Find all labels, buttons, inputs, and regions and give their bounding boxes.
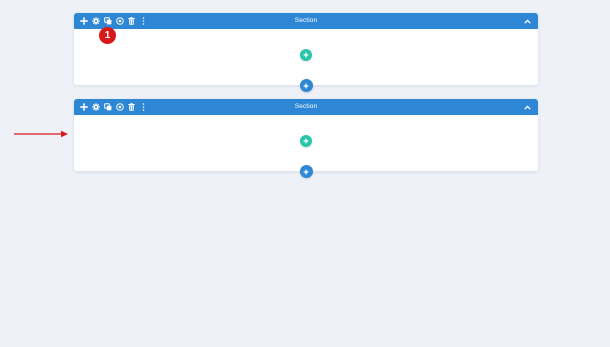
- step-number-badge: 1: [99, 27, 116, 44]
- add-section-button[interactable]: [299, 79, 313, 92]
- section-header: Section: [74, 13, 538, 29]
- builder-canvas: Section Section 1: [0, 0, 610, 347]
- section-2: Section: [74, 99, 538, 178]
- add-row-button[interactable]: [300, 135, 312, 147]
- section-1: Section: [74, 13, 538, 92]
- add-row-button[interactable]: [300, 49, 312, 61]
- chevron-up-icon[interactable]: [522, 99, 532, 115]
- pointer-arrow-icon: [14, 130, 68, 138]
- section-header: Section: [74, 99, 538, 115]
- add-section-button[interactable]: [299, 165, 313, 178]
- section-title: Section: [294, 17, 318, 24]
- section-title: Section: [294, 103, 318, 110]
- chevron-up-icon[interactable]: [522, 13, 532, 29]
